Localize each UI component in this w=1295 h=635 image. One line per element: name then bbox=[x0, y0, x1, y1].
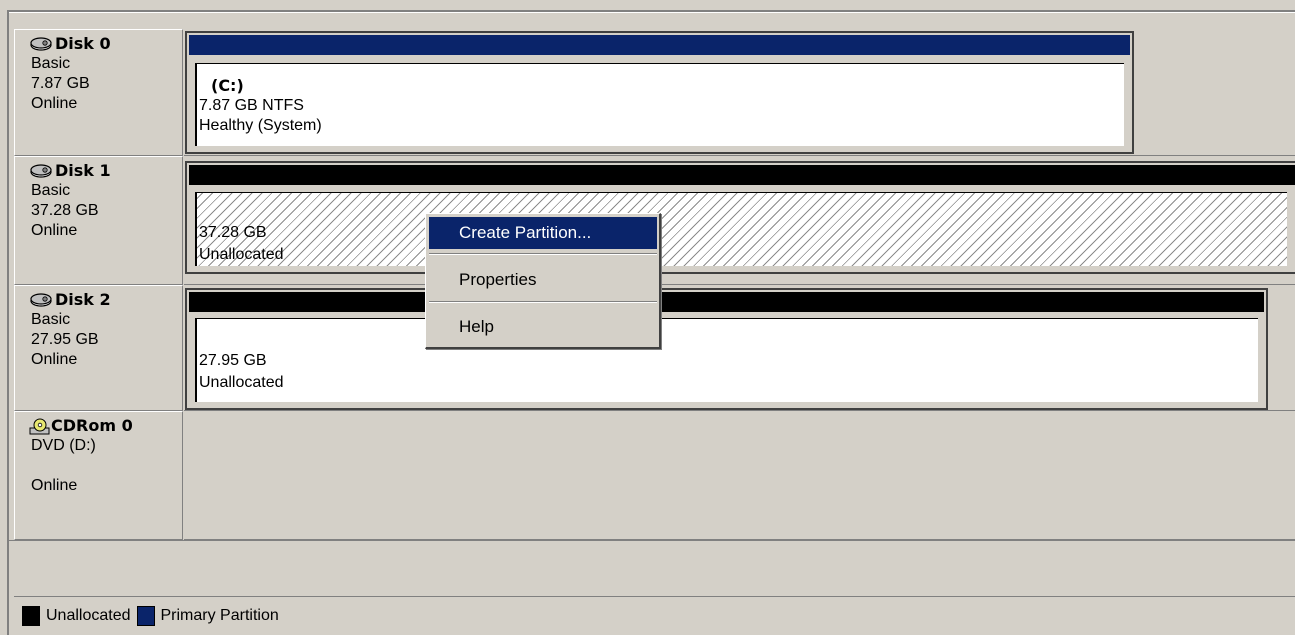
cdrom-0-name: CDRom 0 bbox=[51, 416, 133, 435]
disk-1-title: Disk 1 bbox=[29, 161, 182, 181]
disk-2-title: Disk 2 bbox=[29, 290, 182, 310]
partition-disk-2-header bbox=[189, 292, 1264, 312]
top-border bbox=[0, 0, 1295, 12]
disk-2-status: Online bbox=[31, 351, 78, 368]
legend-unallocated-swatch bbox=[22, 606, 40, 626]
partition-disk-2-size: 27.95 GB bbox=[199, 352, 267, 369]
disk-0-status: Online bbox=[31, 95, 78, 112]
disk-1-name: Disk 1 bbox=[55, 161, 111, 180]
legend: Unallocated Primary Partition bbox=[14, 601, 279, 631]
disk-1-status: Online bbox=[31, 222, 78, 239]
cdrom-0-title: CDRom 0 bbox=[29, 416, 182, 436]
top-highlight bbox=[9, 12, 1295, 13]
partition-disk-1-size: 37.28 GB bbox=[199, 224, 267, 241]
disk-drive-icon bbox=[29, 36, 55, 52]
partition-disk-1-unallocated[interactable]: 37.28 GB Unallocated bbox=[185, 161, 1295, 274]
partition-disk-1-header bbox=[189, 165, 1295, 185]
partition-c-size: 7.87 GB NTFS bbox=[199, 97, 304, 114]
disk-2-type: Basic bbox=[31, 311, 71, 328]
cdrom-0-blank bbox=[31, 456, 182, 476]
disk-drive-icon bbox=[29, 163, 55, 179]
disk-1-type: Basic bbox=[31, 182, 71, 199]
legend-unallocated-label: Unallocated bbox=[46, 607, 131, 624]
disk-2-name: Disk 2 bbox=[55, 290, 111, 309]
partition-c-header bbox=[189, 35, 1130, 55]
disk-0-name: Disk 0 bbox=[55, 34, 111, 53]
partition-c[interactable]: (C:) 7.87 GB NTFS Healthy (System) bbox=[185, 31, 1134, 154]
partition-disk-2-unallocated[interactable]: 27.95 GB Unallocated bbox=[185, 288, 1268, 410]
partition-disk-2-status: Unallocated bbox=[199, 374, 284, 391]
disk-2-row: 27.95 GB Unallocated bbox=[184, 285, 1295, 411]
disk-0-title: Disk 0 bbox=[29, 34, 182, 54]
cdrom-0-info[interactable]: CDRom 0 DVD (D:) Online bbox=[14, 411, 183, 540]
partition-disk-1-status: Unallocated bbox=[199, 246, 284, 263]
disk-2-info[interactable]: Disk 2 Basic 27.95 GB Online bbox=[14, 285, 183, 411]
disk-0-row: (C:) 7.87 GB NTFS Healthy (System) bbox=[184, 29, 1295, 156]
disk-0-size: 7.87 GB bbox=[31, 75, 90, 92]
disk-1-row: 37.28 GB Unallocated bbox=[184, 156, 1295, 285]
disk-2-size: 27.95 GB bbox=[31, 331, 99, 348]
menu-separator bbox=[429, 253, 657, 255]
partition-c-body: (C:) 7.87 GB NTFS Healthy (System) bbox=[195, 63, 1124, 146]
cdrom-0-row bbox=[184, 411, 1295, 540]
cdrom-0-status: Online bbox=[31, 477, 78, 494]
left-border bbox=[0, 10, 9, 635]
disk-0-type: Basic bbox=[31, 55, 71, 72]
legend-primary-label: Primary Partition bbox=[160, 607, 279, 624]
disk-1-size: 37.28 GB bbox=[31, 202, 99, 219]
partition-disk-1-body: 37.28 GB Unallocated bbox=[195, 192, 1287, 266]
partition-disk-2-body: 27.95 GB Unallocated bbox=[195, 318, 1258, 402]
disk-1-info[interactable]: Disk 1 Basic 37.28 GB Online bbox=[14, 156, 183, 285]
cdrom-drive-icon bbox=[29, 418, 51, 435]
empty-area bbox=[9, 540, 1295, 596]
cdrom-0-type: DVD (D:) bbox=[31, 437, 96, 454]
menu-item-create-partition[interactable]: Create Partition... bbox=[429, 217, 657, 249]
menu-separator bbox=[429, 301, 657, 303]
partition-c-status: Healthy (System) bbox=[199, 117, 322, 134]
partition-c-label: (C:) bbox=[211, 76, 244, 95]
context-menu: Create Partition... Properties Help bbox=[425, 213, 661, 349]
menu-item-help[interactable]: Help bbox=[429, 311, 657, 343]
disk-0-info[interactable]: Disk 0 Basic 7.87 GB Online bbox=[14, 29, 183, 156]
menu-item-properties[interactable]: Properties bbox=[429, 264, 657, 296]
disk-drive-icon bbox=[29, 292, 55, 308]
legend-primary-swatch bbox=[136, 606, 155, 626]
